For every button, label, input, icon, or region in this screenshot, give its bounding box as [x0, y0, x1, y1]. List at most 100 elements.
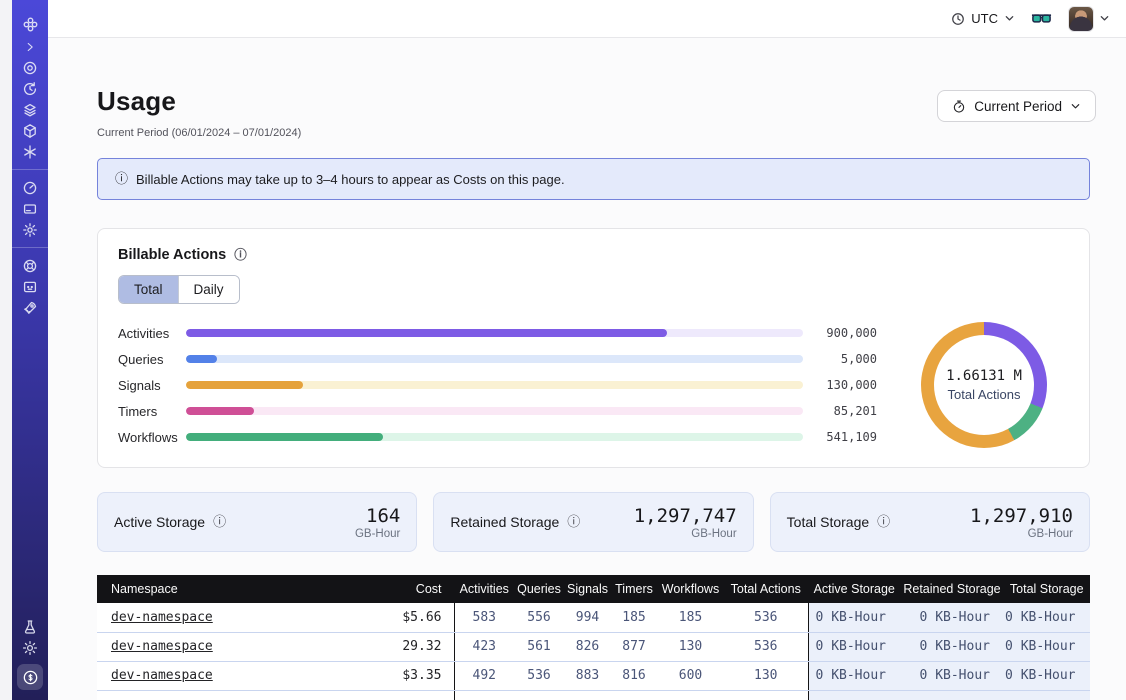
namespace-link[interactable]: dev-namespace	[111, 668, 213, 683]
bar-row: Signals130,000	[118, 376, 877, 394]
timezone-selector[interactable]: UTC	[951, 11, 1015, 26]
cell-timers	[611, 690, 657, 700]
period-dropdown-button[interactable]: Current Period	[937, 90, 1096, 122]
bar-row: Timers85,201	[118, 402, 877, 420]
bar-fill	[186, 433, 383, 441]
chevron-down-icon	[1004, 13, 1015, 24]
cell-active_storage	[808, 690, 900, 700]
namespaces-icon[interactable]	[12, 57, 48, 78]
layers-icon[interactable]	[12, 99, 48, 120]
total-actions-donut-chart: 1.66131 M Total Actions	[921, 322, 1047, 448]
column-header-workflows: Workflows	[657, 575, 724, 603]
tab-daily[interactable]: Daily	[178, 276, 239, 303]
main-content: Usage Current Period (06/01/2024 – 07/01…	[48, 38, 1126, 700]
cell-workflows: 600	[657, 661, 724, 690]
bar-label: Activities	[118, 326, 186, 341]
cell-active_storage: 0 KB-Hour	[808, 661, 900, 690]
storage-card-label: Total Storageⓘ	[787, 514, 891, 530]
bar-fill	[186, 381, 303, 389]
cell-total_actions: 130	[724, 661, 808, 690]
timezone-label: UTC	[971, 11, 998, 26]
info-banner: ⓘ Billable Actions may take up to 3–4 ho…	[97, 158, 1090, 200]
cell-cost: $5.66	[319, 603, 454, 632]
rocket-icon[interactable]	[12, 297, 48, 318]
cell-workflows: 130	[657, 632, 724, 661]
user-avatar	[1068, 6, 1094, 32]
info-icon[interactable]: ⓘ	[213, 516, 226, 529]
storage-card-unit: GB-Hour	[634, 528, 737, 540]
bar-track	[186, 407, 803, 415]
bar-row: Queries5,000	[118, 350, 877, 368]
storage-card-value: 1,297,910	[970, 505, 1073, 527]
usage-dollar-icon[interactable]	[17, 664, 43, 690]
cell-namespace: dev-namespace	[97, 632, 319, 661]
cell-retained_storage: 0 KB-Hour	[900, 632, 1004, 661]
cell-total_actions: 536	[724, 603, 808, 632]
column-header-queries: Queries	[514, 575, 564, 603]
cell-signals: 994	[564, 603, 611, 632]
namespace-usage-table: NamespaceCostActivitiesQueriesSignalsTim…	[97, 575, 1090, 700]
cell-total_storage: 0 KB-Hour	[1004, 661, 1090, 690]
storage-card: Active Storage ⓘ 164GB-Hour	[97, 492, 417, 552]
period-dropdown-label: Current Period	[974, 99, 1062, 114]
lifebuoy-icon[interactable]	[12, 255, 48, 276]
namespace-link[interactable]: dev-namespace	[111, 639, 213, 654]
storage-card-value: 164	[355, 505, 400, 527]
chevron-right-icon[interactable]	[12, 36, 48, 57]
info-icon[interactable]: ⓘ	[567, 516, 580, 529]
history-icon[interactable]	[12, 78, 48, 99]
bar-value: 5,000	[803, 352, 877, 366]
clock-icon	[951, 12, 965, 26]
info-icon: ⓘ	[115, 173, 128, 186]
lab-flask-icon[interactable]	[12, 616, 48, 637]
bar-track	[186, 355, 803, 363]
info-icon[interactable]: ⓘ	[234, 249, 247, 262]
bar-track	[186, 329, 803, 337]
cell-queries: 561	[514, 632, 564, 661]
storage-label-text: Active Storage	[114, 514, 205, 530]
gauge-icon[interactable]	[12, 177, 48, 198]
page-title: Usage	[97, 86, 176, 117]
glasses-icon[interactable]	[1031, 12, 1052, 26]
cell-activities: 492	[454, 661, 514, 690]
storage-card-value-block: 1,297,747GB-Hour	[634, 505, 737, 540]
gear-icon[interactable]	[12, 219, 48, 240]
total-actions-label: Total Actions	[948, 387, 1021, 402]
storage-card: Retained Storageⓘ1,297,747GB-Hour	[433, 492, 753, 552]
billable-actions-title: Billable Actions	[118, 247, 226, 263]
cell-queries: 556	[514, 603, 564, 632]
cell-active_storage: 0 KB-Hour	[808, 603, 900, 632]
namespace-link[interactable]: dev-namespace	[111, 610, 213, 625]
cell-timers: 185	[611, 603, 657, 632]
table-row	[97, 690, 1090, 700]
table-row: dev-namespace$5.665835569941851855360 KB…	[97, 603, 1090, 632]
bar-fill	[186, 407, 254, 415]
bar-value: 130,000	[803, 378, 877, 392]
cell-activities: 583	[454, 603, 514, 632]
billable-bar-chart: Activities 900,000 Queries5,000 Signals130,…	[118, 324, 899, 446]
temporal-logo-icon[interactable]	[12, 12, 48, 36]
cell-total_storage: 0 KB-Hour	[1004, 632, 1090, 661]
bar-fill	[186, 329, 667, 337]
feedback-terminal-icon[interactable]	[12, 276, 48, 297]
bar-value: 900,000	[803, 326, 877, 340]
billable-view-tabs: Total Daily	[118, 275, 240, 304]
sidebar-bottom-group	[12, 616, 48, 690]
info-banner-text: Billable Actions may take up to 3–4 hour…	[136, 172, 565, 187]
tab-total[interactable]: Total	[119, 276, 178, 303]
sun-icon[interactable]	[12, 637, 48, 658]
column-header-total_actions: Total Actions	[724, 575, 808, 603]
cell-total_storage: 0 KB-Hour	[1004, 603, 1090, 632]
user-menu[interactable]	[1068, 6, 1110, 32]
info-icon[interactable]: ⓘ	[877, 516, 890, 529]
cell-retained_storage: 0 KB-Hour	[900, 661, 1004, 690]
nexus-asterisk-icon[interactable]	[12, 141, 48, 162]
storage-card-unit: GB-Hour	[355, 528, 400, 540]
storage-cards-row: Active Storageⓘ164GB-HourRetained Storag…	[97, 492, 1090, 552]
column-header-timers: Timers	[611, 575, 657, 603]
top-bar: UTC	[48, 0, 1126, 38]
storage-card-value-block: 164GB-Hour	[355, 505, 400, 540]
cell-cost: 29.32	[319, 632, 454, 661]
billing-card-icon[interactable]	[12, 198, 48, 219]
cube-icon[interactable]	[12, 120, 48, 141]
